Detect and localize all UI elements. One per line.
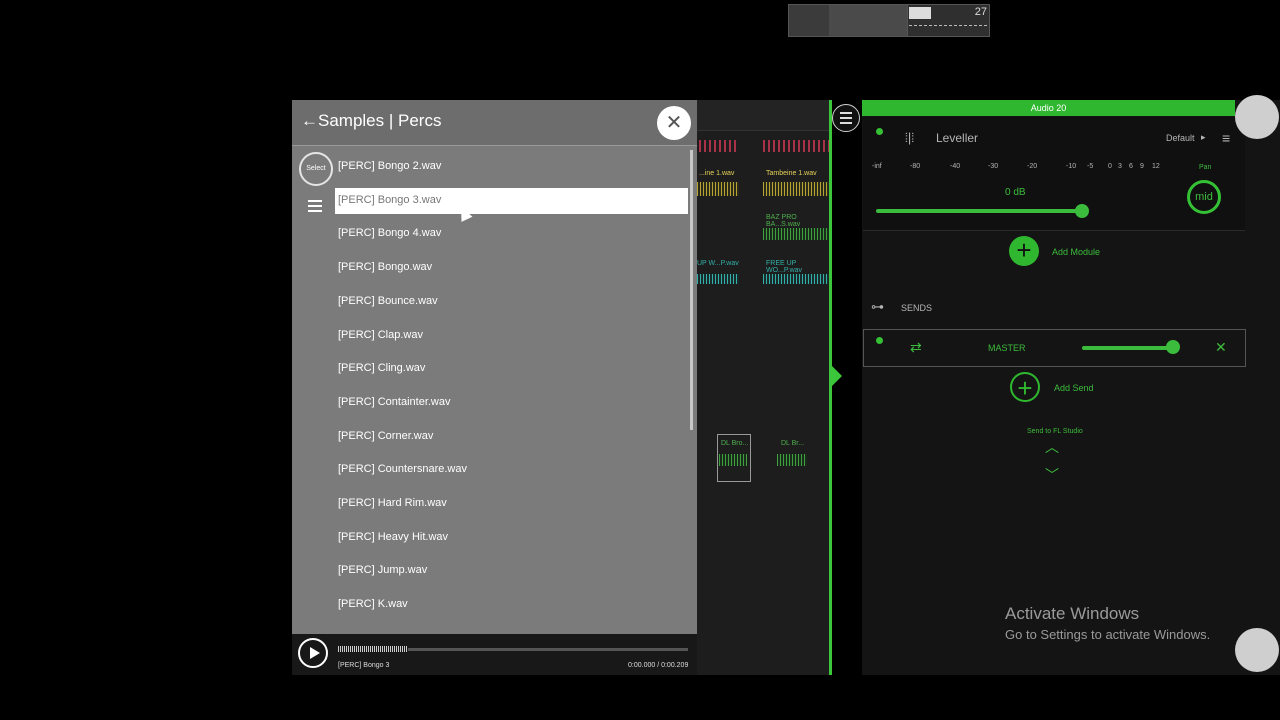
db-tick: 3 bbox=[1118, 163, 1122, 170]
sends-label: SENDS bbox=[901, 303, 933, 313]
mini-waveform bbox=[909, 25, 987, 32]
clip-waveform bbox=[777, 454, 807, 466]
sample-list-item[interactable]: [PERC] Containter.wav bbox=[338, 396, 451, 408]
add-module-button[interactable]: + bbox=[1009, 236, 1039, 266]
player-waveform bbox=[338, 646, 408, 652]
samples-title[interactable]: ←Samples | Percs bbox=[301, 111, 441, 131]
db-tick: 6 bbox=[1129, 163, 1133, 170]
mini-counter: 27 bbox=[974, 6, 987, 18]
playlist-area[interactable]: ...ine 1.wav Tambeine 1.wav BAZ PRO BA..… bbox=[697, 100, 831, 675]
player-sample-name: [PERC] Bongo 3 bbox=[338, 662, 390, 669]
mini-segment bbox=[909, 7, 931, 19]
db-tick: -80 bbox=[910, 163, 921, 170]
select-button[interactable]: Select bbox=[299, 152, 333, 186]
sample-list-item[interactable]: [PERC] Jump.wav bbox=[338, 564, 427, 576]
waveform-icon: ⦙|⦙ bbox=[905, 130, 915, 145]
db-scale: -inf -80 -40 -30 -20 -10 -5 0 3 6 9 12 bbox=[872, 163, 1172, 173]
add-module-label[interactable]: Add Module bbox=[1052, 247, 1100, 257]
mixer-track-title: Audio 20 bbox=[862, 100, 1235, 116]
back-arrow-icon[interactable]: ← bbox=[301, 111, 318, 130]
mini-overview-window[interactable]: 27 bbox=[788, 4, 990, 37]
sample-list-item[interactable]: [PERC] Bongo.wav bbox=[338, 261, 432, 273]
close-button[interactable]: ✕ bbox=[657, 106, 691, 140]
preset-arrow-icon[interactable]: ▸ bbox=[1201, 132, 1206, 143]
clip-waveform bbox=[763, 228, 829, 240]
send-slider-handle[interactable] bbox=[1166, 340, 1180, 354]
db-tick: -inf bbox=[872, 163, 882, 170]
db-tick: 0 bbox=[1108, 163, 1112, 170]
sample-list-item[interactable]: [PERC] Bongo 4.wav bbox=[338, 227, 441, 239]
send-to-fl-label: Send to FL Studio bbox=[1027, 428, 1083, 435]
mini-segment bbox=[829, 5, 908, 36]
remove-send-icon[interactable]: ✕ bbox=[1215, 339, 1227, 356]
sample-list-item[interactable]: [PERC] Corner.wav bbox=[338, 430, 433, 442]
clip-waveform bbox=[763, 182, 829, 196]
pan-knob[interactable]: mid bbox=[1187, 180, 1221, 214]
db-tick: -10 bbox=[1066, 163, 1077, 170]
sample-list-item[interactable]: [PERC] Bongo 3.wav bbox=[338, 194, 441, 206]
clip-waveform bbox=[763, 274, 829, 284]
corner-logo-icon[interactable] bbox=[1235, 95, 1279, 139]
send-enable-dot[interactable] bbox=[876, 337, 883, 344]
add-send-button[interactable]: + bbox=[1010, 372, 1040, 402]
module-enable-dot[interactable] bbox=[876, 128, 883, 135]
send-target: MASTER bbox=[988, 343, 1026, 353]
playhead-line[interactable] bbox=[829, 100, 832, 675]
sample-list-item[interactable]: [PERC] K.wav bbox=[338, 598, 408, 610]
clip-label[interactable]: UP W...P.wav bbox=[697, 260, 739, 267]
play-button[interactable] bbox=[298, 638, 328, 668]
activate-windows-subtitle: Go to Settings to activate Windows. bbox=[1005, 627, 1211, 642]
swap-icon[interactable]: ⇄ bbox=[910, 339, 922, 356]
activate-windows-title: Activate Windows bbox=[1005, 604, 1140, 623]
db-tick: -30 bbox=[988, 163, 999, 170]
menu-icon[interactable] bbox=[832, 104, 860, 132]
clip-label[interactable]: FREE UP WO...P.wav bbox=[766, 260, 831, 274]
send-slider-track[interactable] bbox=[1082, 346, 1172, 350]
module-menu-icon[interactable]: ≡ bbox=[1222, 130, 1230, 146]
clip-waveform bbox=[699, 140, 739, 152]
sample-list-item[interactable]: [PERC] Bounce.wav bbox=[338, 295, 438, 307]
pan-label: Pan bbox=[1199, 164, 1212, 171]
clip-label[interactable]: DL Br... bbox=[781, 440, 804, 447]
sample-list-item[interactable]: [PERC] Countersnare.wav bbox=[338, 463, 467, 475]
chevron-up-icon[interactable]: ︿ bbox=[1045, 437, 1059, 457]
sample-list-item[interactable]: [PERC] Clap.wav bbox=[338, 329, 423, 341]
level-slider-track[interactable] bbox=[876, 209, 1081, 213]
clip-waveform bbox=[697, 182, 739, 196]
player-progress[interactable] bbox=[338, 646, 688, 652]
sample-list-item[interactable]: [PERC] Cling.wav bbox=[338, 362, 425, 374]
samples-browser bbox=[292, 100, 697, 675]
playhead-arrow-icon[interactable] bbox=[832, 366, 842, 386]
samples-title-text: Samples | Percs bbox=[318, 111, 442, 130]
preset-selector[interactable]: Default bbox=[1166, 133, 1195, 143]
clip-waveform bbox=[697, 274, 739, 284]
clip-label[interactable]: DL Bro... bbox=[721, 440, 748, 447]
clip-waveform bbox=[763, 140, 829, 152]
add-send-label[interactable]: Add Send bbox=[1054, 383, 1094, 393]
chevron-down-icon[interactable]: ﹀ bbox=[1045, 465, 1059, 485]
timeline-ruler[interactable] bbox=[697, 100, 831, 131]
db-tick: -40 bbox=[950, 163, 961, 170]
sends-icon: ⊶ bbox=[871, 299, 884, 314]
mini-segment bbox=[789, 5, 830, 36]
level-slider-handle[interactable] bbox=[1075, 204, 1089, 218]
player-time: 0:00.000 / 0:00.209 bbox=[628, 662, 689, 669]
clip-label[interactable]: Tambeine 1.wav bbox=[766, 170, 817, 177]
clip-label[interactable]: ...ine 1.wav bbox=[699, 170, 734, 177]
db-tick: 12 bbox=[1152, 163, 1160, 170]
sample-list-item[interactable]: [PERC] Hard Rim.wav bbox=[338, 497, 447, 509]
db-tick: 9 bbox=[1140, 163, 1144, 170]
hamburger-menu-icon[interactable] bbox=[308, 200, 322, 215]
corner-expand-icon[interactable] bbox=[1235, 628, 1279, 672]
sample-list-item[interactable]: [PERC] Heavy Hit.wav bbox=[338, 531, 448, 543]
sample-list-item[interactable]: [PERC] Bongo 2.wav bbox=[338, 160, 441, 172]
module-name: Leveller bbox=[936, 131, 979, 145]
db-tick: -20 bbox=[1027, 163, 1038, 170]
db-tick: -5 bbox=[1087, 163, 1094, 170]
clip-waveform bbox=[719, 454, 747, 466]
level-readout: 0 dB bbox=[1005, 187, 1026, 198]
play-icon bbox=[310, 647, 320, 659]
clip-label[interactable]: BAZ PRO BA...S.wav bbox=[766, 214, 831, 228]
scrollbar[interactable] bbox=[690, 150, 693, 430]
